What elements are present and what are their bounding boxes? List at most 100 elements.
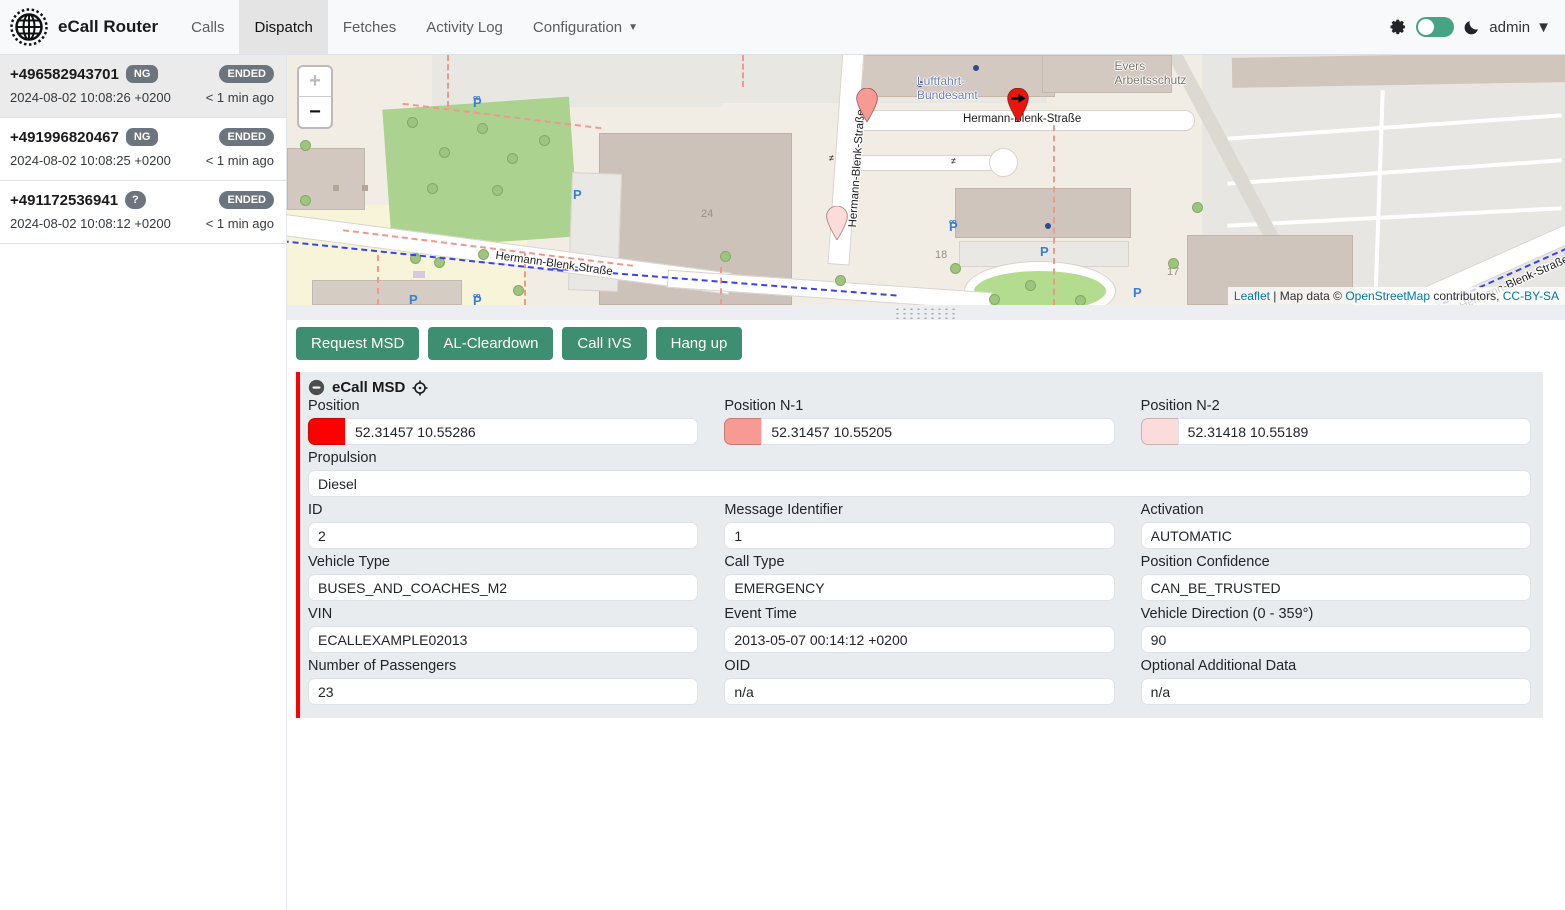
tree-icon <box>513 285 524 296</box>
call-list-item[interactable]: +491996820467 NG ENDED 2024-08-02 10:08:… <box>0 118 286 181</box>
theme-toggle[interactable] <box>1416 17 1454 37</box>
nav-item-configuration[interactable]: Configuration ▼ <box>518 0 653 54</box>
vin-input[interactable] <box>308 626 698 653</box>
zoom-out-button[interactable]: − <box>299 97 331 127</box>
brand[interactable]: eCall Router <box>10 0 158 54</box>
position-color-swatch <box>308 418 345 445</box>
nav-item-dispatch[interactable]: Dispatch <box>239 0 327 54</box>
tree-icon <box>539 135 550 146</box>
map-shape <box>362 185 368 191</box>
activation-input[interactable] <box>1141 522 1531 549</box>
navbar: eCall Router Calls Dispatch Fetches Acti… <box>0 0 1565 55</box>
field-label: Message Identifier <box>724 502 1114 518</box>
path-dashed <box>377 255 379 305</box>
field-label: Position Confidence <box>1141 554 1531 570</box>
field-label: VIN <box>308 606 698 622</box>
call-number: +491172536941 <box>10 192 118 209</box>
map-resize-handle[interactable] <box>287 305 1565 320</box>
tree-icon <box>478 249 489 260</box>
road <box>853 155 1003 171</box>
passengers-input[interactable] <box>308 678 698 705</box>
crosshair-icon[interactable] <box>412 380 428 396</box>
call-list-item[interactable]: +491172536941 ? ENDED 2024-08-02 10:08:1… <box>0 181 286 244</box>
openstreetmap-link[interactable]: OpenStreetMap <box>1345 289 1430 303</box>
call-type-input[interactable] <box>724 574 1114 601</box>
id-input[interactable] <box>308 522 698 549</box>
path-dashed <box>742 55 744 87</box>
call-type-badge: NG <box>126 65 159 83</box>
field-position-confidence: Position Confidence <box>1141 554 1531 601</box>
map-shape <box>333 185 339 191</box>
path-dashed <box>720 267 722 305</box>
field-optional-data: Optional Additional Data <box>1141 658 1531 705</box>
gate-icon: ≠ <box>951 156 956 166</box>
position-n2-input[interactable] <box>1178 418 1531 445</box>
tree-icon <box>507 153 518 164</box>
tree-icon <box>1075 295 1086 305</box>
map-attribution: Leaflet | Map data © OpenStreetMap contr… <box>1228 287 1565 305</box>
field-position: Position <box>308 398 698 445</box>
vehicle-direction-input[interactable] <box>1141 626 1531 653</box>
license-link[interactable]: CC-BY-SA <box>1503 289 1559 303</box>
field-vin: VIN <box>308 606 698 653</box>
tree-icon <box>492 185 503 196</box>
tree-icon <box>407 117 418 128</box>
tree-icon <box>950 263 961 274</box>
call-ago: < 1 min ago <box>206 153 274 168</box>
field-label: Call Type <box>724 554 1114 570</box>
position-marker-icon[interactable] <box>1006 88 1030 122</box>
nav-item-calls[interactable]: Calls <box>176 0 239 54</box>
position-n1-marker-icon[interactable] <box>855 88 879 122</box>
field-call-type: Call Type <box>724 554 1114 601</box>
position-n2-marker-icon[interactable] <box>825 206 849 240</box>
event-time-input[interactable] <box>724 626 1114 653</box>
map-dot <box>973 65 979 71</box>
call-number: +496582943701 <box>10 66 119 83</box>
al-cleardown-button[interactable]: AL-Cleardown <box>428 327 553 360</box>
field-label: Vehicle Direction (0 - 359°) <box>1141 606 1531 622</box>
call-type-badge: ? <box>125 191 146 209</box>
tree-icon <box>989 294 1000 305</box>
propulsion-input[interactable] <box>308 470 1531 497</box>
chevron-down-icon: ▼ <box>628 22 638 33</box>
parking-icon[interactable]: P <box>573 187 582 202</box>
ecall-msd-panel: eCall MSD Position <box>296 372 1543 718</box>
status-badge: ENDED <box>219 191 274 209</box>
call-timestamp: 2024-08-02 10:08:12 +0200 <box>10 216 171 231</box>
oid-input[interactable] <box>724 678 1114 705</box>
call-list-item[interactable]: +496582943701 NG ENDED 2024-08-02 10:08:… <box>0 55 286 118</box>
user-menu[interactable]: admin ▼ <box>1489 19 1551 36</box>
position-confidence-input[interactable] <box>1141 574 1531 601</box>
parking-icon[interactable]: P <box>409 292 418 305</box>
nav-item-fetches[interactable]: Fetches <box>328 0 411 54</box>
parking-icon[interactable]: P <box>1133 285 1142 300</box>
call-actions: Request MSD AL-Cleardown Call IVS Hang u… <box>296 327 1565 360</box>
user-menu-label: admin <box>1489 19 1530 36</box>
leaflet-map[interactable]: ≠ ≠ Poo P Poo P P P Poo Luftfahrt-Bundes… <box>287 55 1565 305</box>
building-number: 17 <box>1167 266 1179 278</box>
tree-icon <box>477 123 488 134</box>
hang-up-button[interactable]: Hang up <box>656 327 743 360</box>
tree-icon <box>439 147 450 158</box>
optional-data-input[interactable] <box>1141 678 1531 705</box>
field-label: OID <box>724 658 1114 674</box>
parking-icon[interactable]: P <box>1040 244 1049 259</box>
zoom-in-button[interactable]: + <box>299 67 331 97</box>
message-identifier-input[interactable] <box>724 522 1114 549</box>
request-msd-button[interactable]: Request MSD <box>296 327 419 360</box>
nav-item-activity-log[interactable]: Activity Log <box>411 0 518 54</box>
position-n1-input[interactable] <box>761 418 1114 445</box>
building <box>955 188 1131 238</box>
collapse-icon[interactable] <box>308 379 325 396</box>
call-timestamp: 2024-08-02 10:08:25 +0200 <box>10 153 171 168</box>
tree-icon <box>300 195 311 206</box>
gear-icon[interactable] <box>1388 18 1407 37</box>
position-input[interactable] <box>345 418 698 445</box>
tree-icon <box>1025 280 1036 291</box>
call-ivs-button[interactable]: Call IVS <box>562 327 646 360</box>
poi-label-evers-arbeitsschutz: EversArbeitsschutz <box>1062 60 1167 74</box>
vehicle-type-input[interactable] <box>308 574 698 601</box>
field-id: ID <box>308 502 698 549</box>
field-oid: OID <box>724 658 1114 705</box>
leaflet-link[interactable]: Leaflet <box>1234 289 1270 303</box>
